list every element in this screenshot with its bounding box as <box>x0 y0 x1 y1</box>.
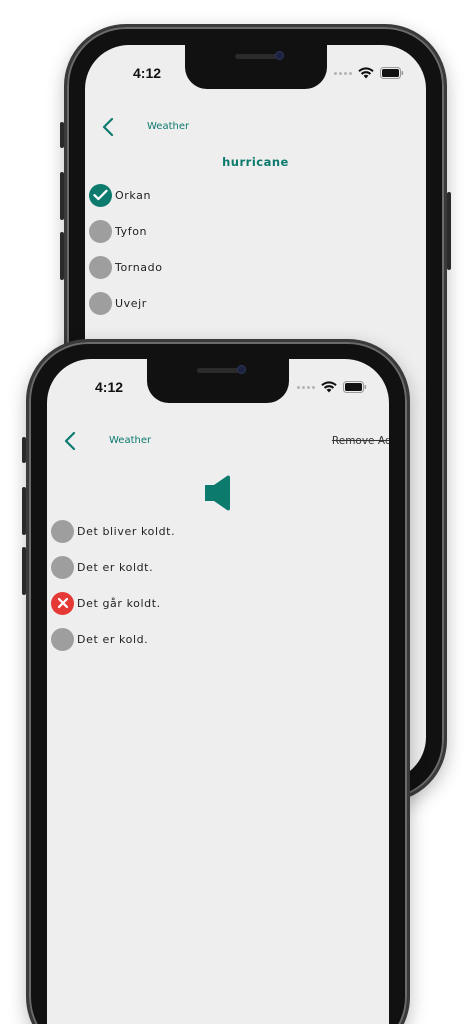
option-label: Det bliver koldt. <box>77 524 176 538</box>
nav-title: Weather <box>109 435 152 446</box>
close-icon <box>57 597 68 609</box>
nav-bar: Weather <box>85 115 426 141</box>
chevron-left-icon[interactable] <box>61 430 79 452</box>
mute-switch <box>22 437 26 463</box>
radio-button[interactable] <box>89 255 112 279</box>
option-label: Uvejr <box>115 296 147 310</box>
remove-ads-button[interactable]: Remove Ads <box>332 435 389 447</box>
answer-option-tyfon[interactable]: Tyfon <box>89 213 426 249</box>
app-store-screenshot: 4:12 Weather hurricane Orkan Tyfon Torna… <box>0 0 473 1024</box>
radio-button[interactable] <box>89 219 112 243</box>
nav-title: Weather <box>147 121 190 132</box>
chevron-left-icon[interactable] <box>99 116 117 138</box>
option-label: Det er kold. <box>77 632 149 646</box>
status-icons <box>334 67 404 79</box>
phone-frame-front: 4:12 Weather Remove Ad Det bliver koldt.… <box>22 339 410 1024</box>
answer-option-orkan[interactable]: Orkan <box>89 177 426 213</box>
power-button <box>447 192 451 270</box>
answer-option-uvejr[interactable]: Uvejr <box>89 285 426 321</box>
mute-switch <box>60 122 64 148</box>
battery-icon <box>380 67 404 79</box>
answer-options: Det bliver koldt. Det er koldt. Det går … <box>51 513 389 657</box>
radio-button[interactable] <box>51 555 74 579</box>
option-label: Det går koldt. <box>77 596 161 610</box>
nav-bar: Weather Remove Ads <box>47 429 389 455</box>
front-camera <box>274 51 284 60</box>
notch <box>147 359 289 403</box>
status-icons <box>297 381 367 393</box>
answer-option-1[interactable]: Det bliver koldt. <box>51 513 389 549</box>
screen-front: 4:12 Weather Remove Ad Det bliver koldt.… <box>47 359 389 1024</box>
answer-option-2[interactable]: Det er koldt. <box>51 549 389 585</box>
answer-options: Orkan Tyfon Tornado Uvejr <box>89 177 426 321</box>
notch <box>184 45 327 89</box>
radio-button[interactable] <box>51 519 74 543</box>
earpiece <box>234 54 277 59</box>
answer-option-tornado[interactable]: Tornado <box>89 249 426 285</box>
volume-up-button <box>60 172 64 220</box>
wrong-radio[interactable] <box>51 591 74 615</box>
volume-down-button <box>22 547 26 595</box>
answer-option-3[interactable]: Det går koldt. <box>51 585 389 621</box>
question-word: hurricane <box>222 155 289 169</box>
wifi-icon <box>358 67 374 79</box>
cellular-signal-icon <box>297 385 315 389</box>
option-label: Orkan <box>115 188 152 202</box>
wifi-icon <box>321 381 337 393</box>
volume-up-button <box>22 487 26 535</box>
radio-button[interactable] <box>89 291 112 315</box>
battery-icon <box>343 381 367 393</box>
volume-down-button <box>60 232 64 280</box>
radio-button[interactable] <box>51 627 74 651</box>
correct-radio[interactable] <box>89 183 112 207</box>
status-time: 4:12 <box>95 379 124 395</box>
front-camera <box>237 365 246 374</box>
answer-option-4[interactable]: Det er kold. <box>51 621 389 657</box>
check-icon <box>93 189 108 201</box>
option-label: Tyfon <box>115 224 148 238</box>
option-label: Det er koldt. <box>77 560 154 574</box>
option-label: Tornado <box>115 260 163 274</box>
earpiece <box>197 368 239 373</box>
status-time: 4:12 <box>133 65 162 81</box>
cellular-signal-icon <box>334 71 352 75</box>
speaker-icon[interactable] <box>205 474 233 512</box>
